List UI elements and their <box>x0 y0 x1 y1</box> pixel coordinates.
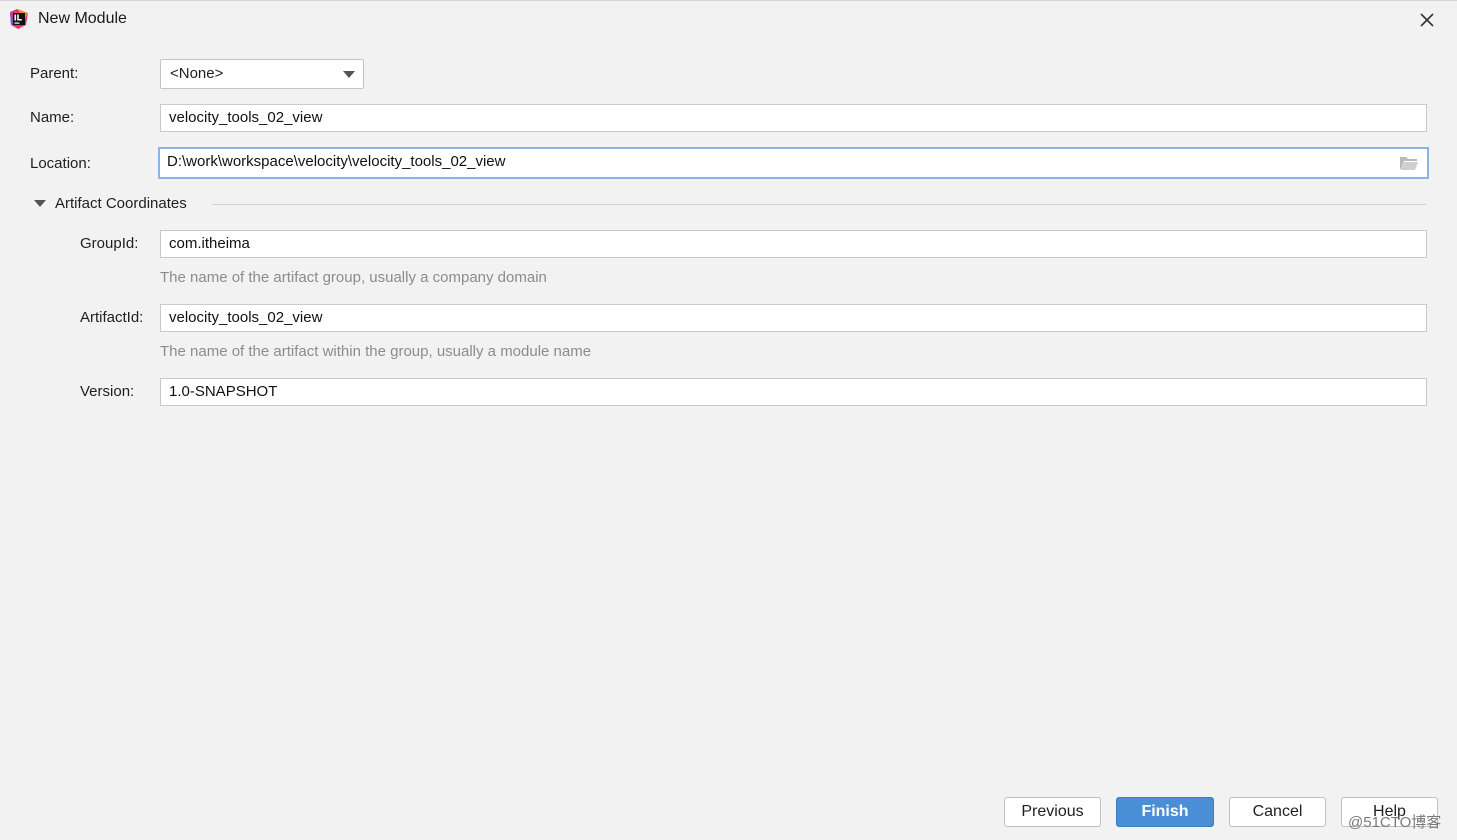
parent-dropdown[interactable]: <None> <box>160 59 364 89</box>
location-input[interactable]: D:\work\workspace\velocity\velocity_tool… <box>158 147 1429 179</box>
artifactid-input[interactable]: velocity_tools_02_view <box>160 304 1427 332</box>
close-icon[interactable] <box>1414 7 1440 33</box>
artifact-coordinates-title[interactable]: Artifact Coordinates <box>55 195 187 212</box>
groupid-label: GroupId: <box>80 235 139 252</box>
chevron-down-icon <box>343 71 355 78</box>
triangle-down-icon[interactable] <box>33 198 47 210</box>
name-label: Name: <box>30 109 75 126</box>
version-label: Version: <box>80 383 135 400</box>
finish-button[interactable]: Finish <box>1116 797 1214 827</box>
groupid-hint: The name of the artifact group, usually … <box>160 269 547 286</box>
cancel-button[interactable]: Cancel <box>1229 797 1326 827</box>
groupid-input[interactable]: com.itheima <box>160 230 1427 258</box>
name-input[interactable]: velocity_tools_02_view <box>160 104 1427 132</box>
intellij-idea-icon <box>10 9 28 29</box>
section-divider <box>212 204 1426 205</box>
artifactid-label: ArtifactId: <box>80 309 144 326</box>
previous-button[interactable]: Previous <box>1004 797 1101 827</box>
folder-icon[interactable] <box>1399 155 1419 171</box>
location-input-value: D:\work\workspace\velocity\velocity_tool… <box>167 153 506 170</box>
artifactid-hint: The name of the artifact within the grou… <box>160 343 592 360</box>
version-input[interactable]: 1.0-SNAPSHOT <box>160 378 1427 406</box>
parent-label: Parent: <box>30 65 79 82</box>
title-bar: New Module <box>0 1 1457 38</box>
window-title: New Module <box>38 10 127 27</box>
parent-dropdown-value: <None> <box>170 65 224 82</box>
location-label: Location: <box>30 155 91 172</box>
watermark: @51CTO博客 <box>1348 814 1442 831</box>
